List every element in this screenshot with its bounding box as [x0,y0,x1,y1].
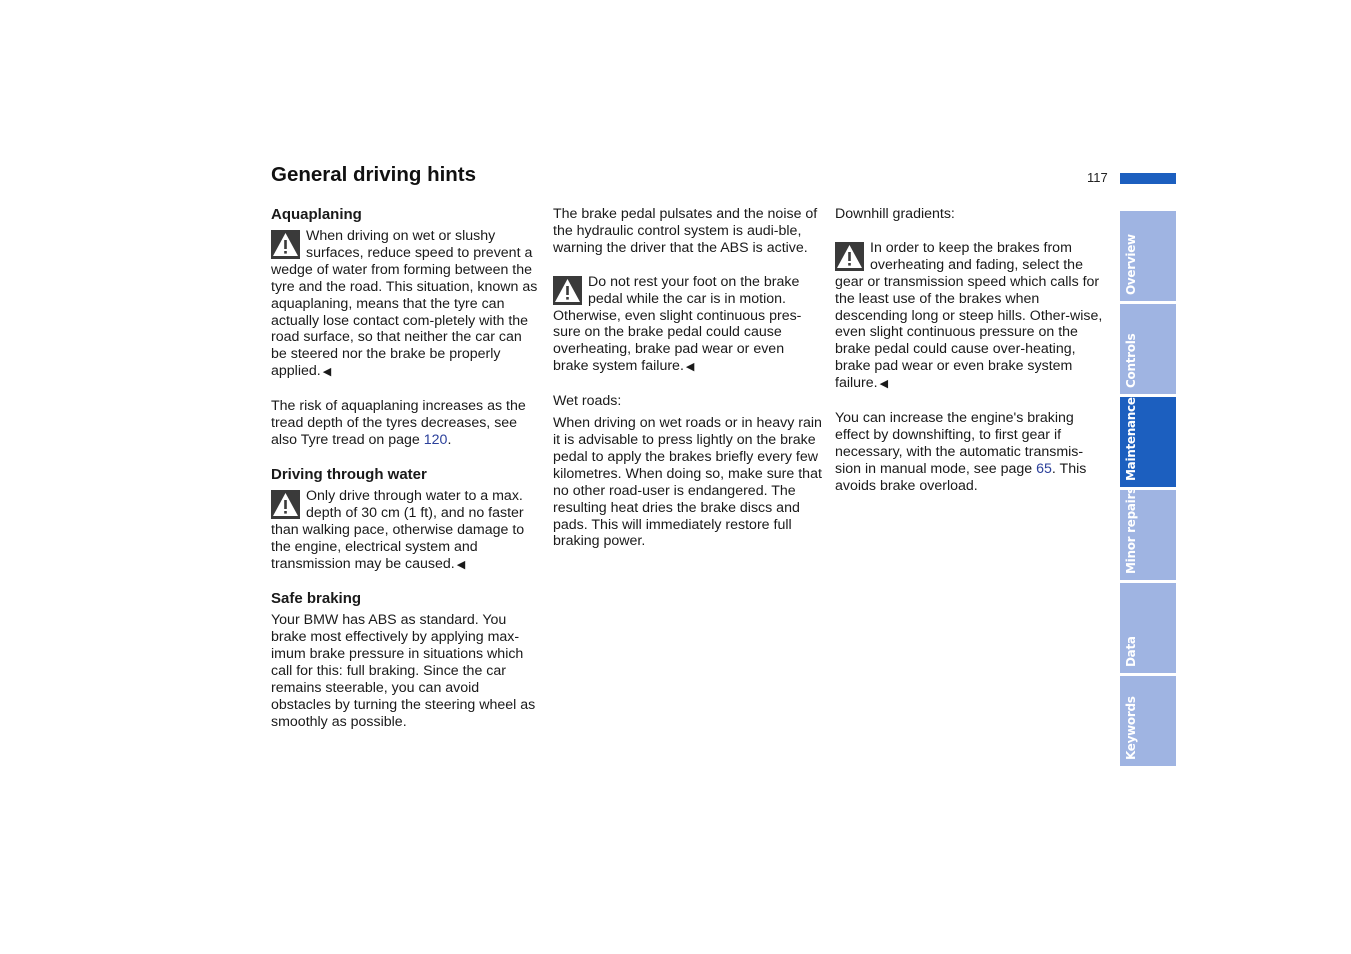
safe-braking-heading: Safe braking [271,590,362,608]
safe-braking-text: Your BMW has ABS as standard. You brake … [271,612,536,730]
driving-through-water-heading: Driving through water [271,465,427,483]
warning-icon [835,241,864,271]
aquaplaning-risk: The risk of aquaplaning increases as the… [271,398,526,448]
downhill-heading: Downhill gradients: [835,206,955,222]
page-number: 117 [1087,170,1108,185]
water-warning: Only drive through water to a max. depth… [271,487,525,572]
tab-controls[interactable]: Controls [1120,304,1176,394]
warning-icon [271,489,300,519]
tab-keywords[interactable]: Keywords [1120,676,1176,766]
column-3: Downhill gradients: In order to keep the… [835,206,1105,495]
tab-data[interactable]: Data [1120,583,1176,673]
section-tabs: Overview Controls Maintenance Minor repa… [1120,211,1176,769]
end-mark-icon: ◀ [456,558,466,571]
warning-icon [271,230,300,259]
page-link-120[interactable]: 120 [424,432,448,448]
engine-brake-text: You can increase the engine's braking ef… [835,410,1087,494]
column-2: The brake pedal pulsates and the noise o… [553,206,823,550]
page-title: General driving hints [271,163,477,186]
downhill-warning: In order to keep the brakes from overhea… [835,239,1103,392]
wet-roads-heading: Wet roads: [553,393,622,410]
abs-text: The brake pedal pulsates and the noise o… [553,206,818,256]
page-link-65[interactable]: 65 [1036,461,1052,477]
end-mark-icon: ◀ [879,378,889,391]
end-mark-icon: ◀ [685,361,695,374]
foot-warning: Do not rest your foot on the brake pedal… [553,273,802,375]
aquaplaning-heading: Aquaplaning [271,206,362,223]
page-number-bar [1120,173,1176,184]
aquaplaning-warning: When driving on wet or slushy surfaces, … [271,228,538,380]
end-mark-icon: ◀ [322,366,332,379]
wet-roads-text: When driving on wet roads or in heavy ra… [553,415,822,550]
column-1: Aquaplaning When driving on wet or slush… [271,206,541,731]
tab-maintenance[interactable]: Maintenance [1120,397,1176,487]
tab-overview[interactable]: Overview [1120,211,1176,301]
tab-minor-repairs[interactable]: Minor repairs [1120,487,1176,580]
warning-icon [553,275,582,305]
